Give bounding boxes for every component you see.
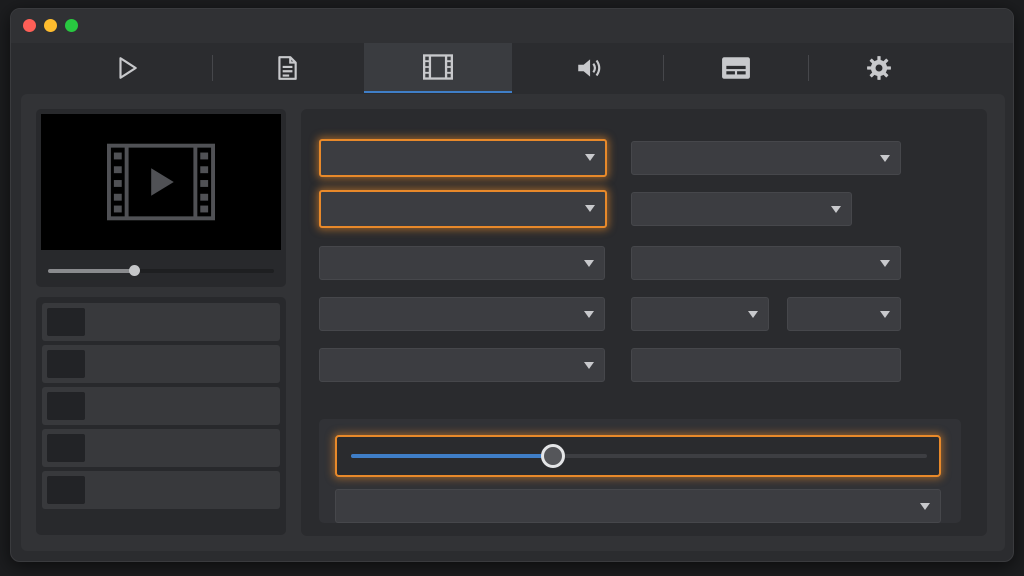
chevron-down-icon <box>831 206 841 213</box>
queue-item[interactable] <box>42 303 280 341</box>
queue-item-thumbnail <box>47 392 85 420</box>
queue-item-thumbnail <box>47 308 85 336</box>
tab-settings[interactable] <box>821 43 936 93</box>
queue-item[interactable] <box>42 471 280 509</box>
video-preview[interactable] <box>41 114 281 250</box>
subtitles-icon <box>722 57 750 79</box>
tab-video[interactable] <box>364 43 512 93</box>
queue-item-thumbnail <box>47 350 85 378</box>
chevron-down-icon <box>585 205 595 212</box>
chevron-down-icon <box>920 503 930 510</box>
profile-dropdown[interactable] <box>631 246 901 280</box>
chevron-down-icon <box>584 311 594 318</box>
chevron-down-icon <box>880 311 890 318</box>
tab-divider <box>663 55 664 81</box>
video-settings-panel <box>301 109 987 536</box>
tab-divider <box>212 55 213 81</box>
video-preview-panel <box>36 109 286 287</box>
queue-item[interactable] <box>42 429 280 467</box>
queue-list <box>36 297 286 535</box>
speaker-icon <box>577 59 600 77</box>
gear-icon <box>866 56 891 80</box>
play-icon <box>119 57 137 79</box>
tab-play[interactable] <box>71 43 183 93</box>
encoder-preset-dropdown[interactable] <box>319 246 605 280</box>
queue-item-thumbnail <box>47 476 85 504</box>
content-area <box>21 94 1005 551</box>
toolbar-tabs <box>11 43 1013 93</box>
document-icon <box>278 56 297 80</box>
video-codec-dropdown[interactable] <box>319 190 607 228</box>
quality-slider[interactable] <box>335 435 941 477</box>
preview-scrubber[interactable] <box>48 265 274 276</box>
chevron-down-icon <box>748 311 758 318</box>
quality-slider-thumb[interactable] <box>540 444 565 468</box>
chevron-down-icon <box>584 362 594 369</box>
zoom-window-button[interactable] <box>65 19 78 32</box>
app-window <box>10 8 1014 562</box>
tab-subtitles[interactable] <box>676 43 796 93</box>
tab-divider <box>808 55 809 81</box>
quality-section <box>319 419 961 523</box>
quality-mode-dropdown[interactable] <box>335 489 941 523</box>
chevron-down-icon <box>584 260 594 267</box>
video-format-dropdown[interactable] <box>319 139 607 177</box>
close-window-button[interactable] <box>23 19 36 32</box>
queue-item[interactable] <box>42 387 280 425</box>
scrubber-thumb[interactable] <box>128 265 140 276</box>
film-play-icon <box>107 143 215 221</box>
level-dropdown[interactable] <box>319 297 605 331</box>
tab-audio[interactable] <box>531 43 646 93</box>
chevron-down-icon <box>880 155 890 162</box>
bitrate-input[interactable] <box>631 348 901 382</box>
film-icon <box>423 54 453 80</box>
quality-slider-track[interactable] <box>351 444 927 468</box>
title-bar <box>11 9 1013 43</box>
resolution-dropdown[interactable] <box>631 141 901 175</box>
scrubber-fill <box>48 269 134 273</box>
minimize-window-button[interactable] <box>44 19 57 32</box>
quality-slider-fill <box>351 454 553 458</box>
chevron-down-icon <box>880 260 890 267</box>
tab-document[interactable] <box>231 43 343 93</box>
rate-control-dropdown[interactable] <box>319 348 605 382</box>
queue-item[interactable] <box>42 345 280 383</box>
chevron-down-icon <box>585 154 595 161</box>
queue-item-thumbnail <box>47 434 85 462</box>
frame-rate-dropdown[interactable] <box>631 192 852 226</box>
tune-dropdown[interactable] <box>631 297 769 331</box>
aspect-dropdown[interactable] <box>787 297 901 331</box>
